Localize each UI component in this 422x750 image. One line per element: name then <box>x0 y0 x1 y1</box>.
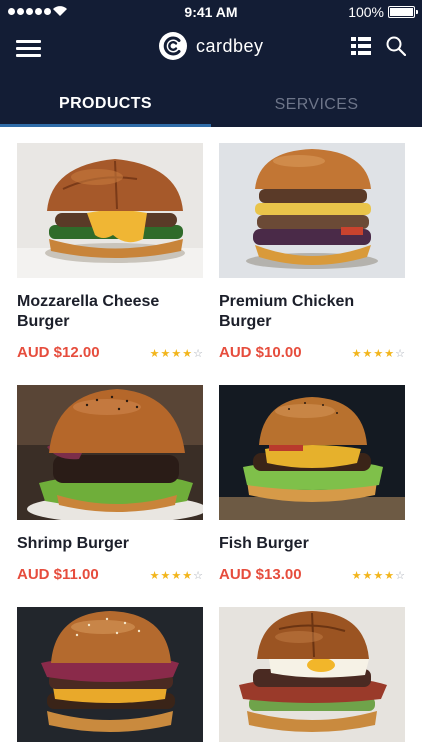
list-view-icon[interactable] <box>351 37 371 55</box>
star-outline-icon: ☆ <box>193 347 203 360</box>
star-icon: ★ <box>171 569 182 582</box>
star-outline-icon: ☆ <box>395 347 405 360</box>
star-icon: ★ <box>351 347 362 360</box>
product-name: Premium Chicken Burger <box>219 293 355 330</box>
product-price: AUD $10.00 <box>219 344 302 361</box>
app-header: 9:41 AM 100% cardbey PRODUCTS SERVICES <box>0 0 422 127</box>
star-icon: ★ <box>160 347 171 360</box>
product-grid: Mozzarella Cheese Burger AUD $12.00 ★ ★ … <box>0 127 422 750</box>
star-icon: ★ <box>351 569 362 582</box>
star-icon: ★ <box>373 347 384 360</box>
product-image <box>17 607 203 742</box>
product-card[interactable] <box>219 607 405 742</box>
battery-percent: 100% <box>348 4 384 20</box>
product-card[interactable]: Fish Burger AUD $13.00 ★ ★ ★ ★ ☆ <box>219 385 405 583</box>
product-card[interactable] <box>17 607 203 742</box>
status-bar: 9:41 AM 100% <box>0 0 422 24</box>
star-icon: ★ <box>384 569 395 582</box>
brand-name: cardbey <box>196 35 264 56</box>
product-image <box>17 385 203 520</box>
search-icon[interactable] <box>386 36 406 56</box>
star-icon: ★ <box>149 569 160 582</box>
hamburger-menu-icon[interactable] <box>16 37 41 57</box>
brand-logo: cardbey <box>158 31 264 61</box>
product-image <box>17 143 203 278</box>
product-card[interactable]: Premium Chicken Burger AUD $10.00 ★ ★ ★ … <box>219 143 405 361</box>
product-image <box>219 607 405 742</box>
product-rating: ★ ★ ★ ★ ☆ <box>150 570 203 582</box>
tab-products[interactable]: PRODUCTS <box>0 82 211 127</box>
star-icon: ★ <box>362 569 373 582</box>
star-icon: ★ <box>384 347 395 360</box>
star-icon: ★ <box>373 569 384 582</box>
product-price: AUD $13.00 <box>219 566 302 583</box>
cardbey-logo-icon <box>159 32 187 60</box>
product-name: Fish Burger <box>219 535 309 552</box>
product-name: Shrimp Burger <box>17 535 130 552</box>
tab-bar: PRODUCTS SERVICES <box>0 82 422 127</box>
product-rating: ★ ★ ★ ★ ☆ <box>352 348 405 360</box>
star-icon: ★ <box>160 569 171 582</box>
star-outline-icon: ☆ <box>395 569 405 582</box>
product-name: Mozzarella Cheese Burger <box>17 293 160 330</box>
product-price: AUD $11.00 <box>17 566 99 583</box>
tab-services[interactable]: SERVICES <box>211 82 422 127</box>
product-rating: ★ ★ ★ ★ ☆ <box>352 570 405 582</box>
product-image <box>219 385 405 520</box>
star-icon: ★ <box>149 347 160 360</box>
product-rating: ★ ★ ★ ★ ☆ <box>150 348 203 360</box>
star-icon: ★ <box>182 569 193 582</box>
star-outline-icon: ☆ <box>193 569 203 582</box>
product-card[interactable]: Mozzarella Cheese Burger AUD $12.00 ★ ★ … <box>17 143 203 361</box>
product-card[interactable]: Shrimp Burger AUD $11.00 ★ ★ ★ ★ ☆ <box>17 385 203 583</box>
star-icon: ★ <box>182 347 193 360</box>
battery-icon <box>388 6 418 18</box>
star-icon: ★ <box>362 347 373 360</box>
product-price: AUD $12.00 <box>17 344 100 361</box>
star-icon: ★ <box>171 347 182 360</box>
product-image <box>219 143 405 278</box>
